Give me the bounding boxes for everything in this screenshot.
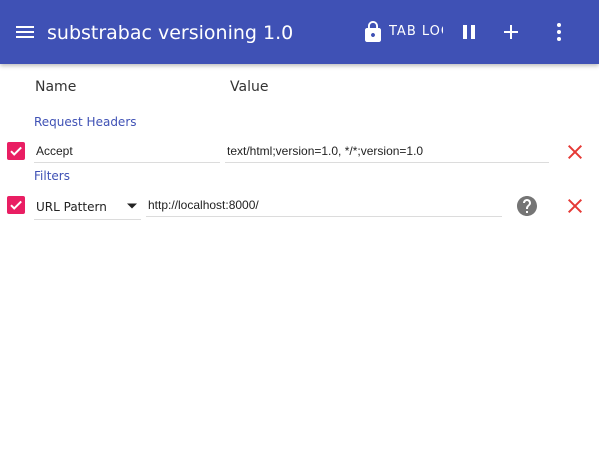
check-icon bbox=[10, 146, 22, 156]
close-icon bbox=[568, 199, 582, 213]
dropdown-arrow-icon bbox=[127, 203, 137, 209]
column-header-value: Value bbox=[230, 79, 269, 95]
filter-type-select[interactable]: URL Pattern bbox=[34, 194, 141, 220]
add-button[interactable] bbox=[499, 20, 523, 44]
filter-help-button[interactable] bbox=[515, 194, 539, 218]
header-enabled-checkbox[interactable] bbox=[7, 142, 25, 160]
add-icon bbox=[504, 25, 518, 39]
more-vert-icon bbox=[557, 23, 561, 41]
header-value-input[interactable]: text/html;version=1.0, */*;version=1.0 bbox=[225, 139, 549, 163]
tab-lock-label: TAB LOCK bbox=[389, 24, 443, 39]
section-title-request-headers[interactable]: Request Headers bbox=[34, 114, 137, 130]
tab-lock-button[interactable]: TAB LOCK bbox=[361, 20, 445, 44]
column-header-name: Name bbox=[35, 79, 77, 95]
section-title-filters[interactable]: Filters bbox=[34, 168, 70, 184]
menu-icon bbox=[16, 26, 34, 38]
check-icon bbox=[10, 200, 22, 210]
app-bar: substrabac versioning 1.0 TAB LOCK bbox=[0, 0, 599, 64]
close-icon bbox=[568, 145, 582, 159]
filter-type-value: URL Pattern bbox=[36, 200, 107, 214]
delete-filter-button[interactable] bbox=[563, 194, 587, 218]
more-options-button[interactable] bbox=[547, 20, 571, 44]
lock-icon bbox=[365, 21, 381, 42]
menu-button[interactable] bbox=[13, 20, 37, 44]
help-icon bbox=[517, 196, 537, 216]
app-title: substrabac versioning 1.0 bbox=[47, 22, 294, 44]
delete-header-button[interactable] bbox=[563, 140, 587, 164]
header-name-input[interactable]: Accept bbox=[34, 139, 220, 163]
filter-value-input[interactable]: http://localhost:8000/ bbox=[146, 193, 502, 217]
pause-button[interactable] bbox=[457, 20, 481, 44]
filter-enabled-checkbox[interactable] bbox=[7, 196, 25, 214]
pause-icon bbox=[463, 25, 475, 39]
